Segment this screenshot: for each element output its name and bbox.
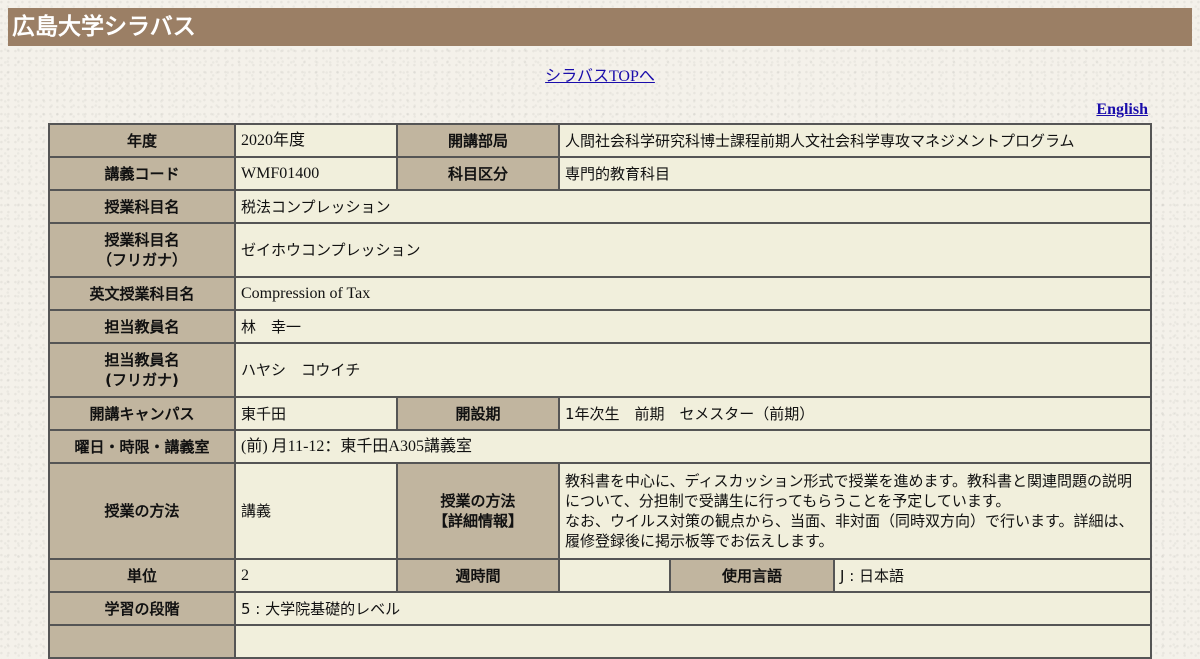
method-label: 授業の方法 [48,462,236,560]
syllabus-top-nav: シラバスTOPへ [0,62,1200,86]
teacher-kana-value: ハヤシ コウイチ [234,342,1152,398]
category-label: 科目区分 [396,156,560,191]
table-row: 曜日・時限・講義室 (前) 月11-12：東千田A305講義室 [48,429,1152,464]
table-row: 学習の段階 5 : 大学院基礎的レベル [48,591,1152,626]
table-row: 講義コード WMF01400 科目区分 専門的教育科目 [48,156,1152,191]
category-value: 専門的教育科目 [558,156,1152,191]
dept-value: 人間社会科学研究科博士課程前期人文社会科学専攻マネジメントプログラム [558,123,1152,158]
syllabus-top-link[interactable]: シラバスTOPへ [545,68,655,85]
table-row: 年度 2020年度 開講部局 人間社会科学研究科博士課程前期人文社会科学専攻マネ… [48,123,1152,158]
schedule-value: (前) 月11-12：東千田A305講義室 [234,429,1152,464]
year-value: 2020年度 [234,123,398,158]
level-value: 5 : 大学院基礎的レベル [234,591,1152,626]
table-row: 担当教員名 林 幸一 [48,309,1152,344]
year-label: 年度 [48,123,236,158]
table-row: 英文授業科目名 Compression of Tax [48,276,1152,311]
teacher-value: 林 幸一 [234,309,1152,344]
teacher-kana-label: 担当教員名 (フリガナ) [48,342,236,398]
language-label: 使用言語 [669,558,835,593]
campus-value: 東千田 [234,396,398,431]
credits-value: 2 [234,558,398,593]
table-row: 単位 2 週時間 使用言語 J : 日本語 [48,558,1152,593]
table-row: 授業科目名 （フリガナ） ゼイホウコンプレッション [48,222,1152,278]
term-label: 開設期 [396,396,560,431]
table-row: 開講キャンパス 東千田 開設期 1年次生 前期 セメスター（前期） [48,396,1152,431]
weekly-hours-value [558,558,671,593]
table-row: 授業の方法 講義 授業の方法 【詳細情報】 教科書を中心に、ディスカッション形式… [48,462,1152,560]
method-value: 講義 [234,462,398,560]
course-code-value: WMF01400 [234,156,398,191]
schedule-label: 曜日・時限・講義室 [48,429,236,464]
subject-kana-label: 授業科目名 （フリガナ） [48,222,236,278]
teacher-label: 担当教員名 [48,309,236,344]
dept-label: 開講部局 [396,123,560,158]
method-detail-label: 授業の方法 【詳細情報】 [396,462,560,560]
table-row: 担当教員名 (フリガナ) ハヤシ コウイチ [48,342,1152,398]
table-row: 授業科目名 税法コンプレッション [48,189,1152,224]
term-value: 1年次生 前期 セメスター（前期） [558,396,1152,431]
subject-value: 税法コンプレッション [234,189,1152,224]
method-detail-value: 教科書を中心に、ディスカッション形式で授業を進めます。教科書と関連問題の説明につ… [558,462,1152,560]
language-value: J : 日本語 [833,558,1152,593]
weekly-hours-label: 週時間 [396,558,560,593]
page-title: 広島大学シラバス [8,8,1192,46]
english-link[interactable]: English [1096,101,1148,118]
subject-en-value: Compression of Tax [234,276,1152,311]
language-switch: English [1096,101,1148,119]
course-code-label: 講義コード [48,156,236,191]
subject-en-label: 英文授業科目名 [48,276,236,311]
credits-label: 単位 [48,558,236,593]
syllabus-table: 年度 2020年度 開講部局 人間社会科学研究科博士課程前期人文社会科学専攻マネ… [48,123,1152,659]
campus-label: 開講キャンパス [48,396,236,431]
level-label: 学習の段階 [48,591,236,626]
subject-kana-value: ゼイホウコンプレッション [234,222,1152,278]
subject-label: 授業科目名 [48,189,236,224]
